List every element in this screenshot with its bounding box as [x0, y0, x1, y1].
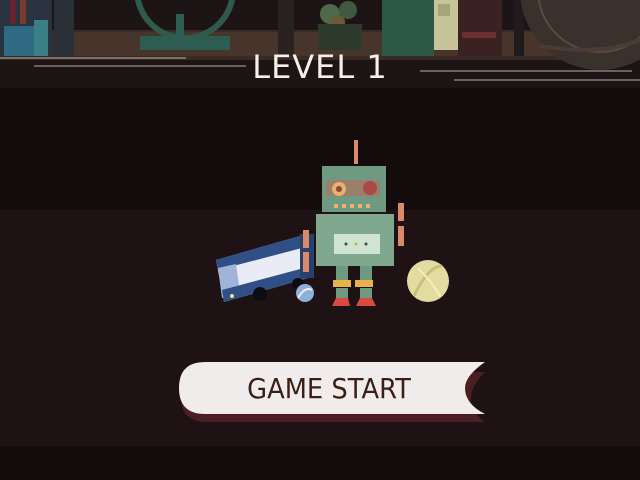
- game-start-button[interactable]: GAME START: [179, 362, 485, 422]
- blue-marble: [296, 284, 314, 302]
- game-start-label: GAME START: [247, 372, 411, 405]
- yellow-ball: [407, 260, 449, 302]
- level-title: LEVEL 1: [252, 48, 388, 86]
- dark-band: [0, 88, 640, 210]
- bottom-band: [0, 446, 640, 480]
